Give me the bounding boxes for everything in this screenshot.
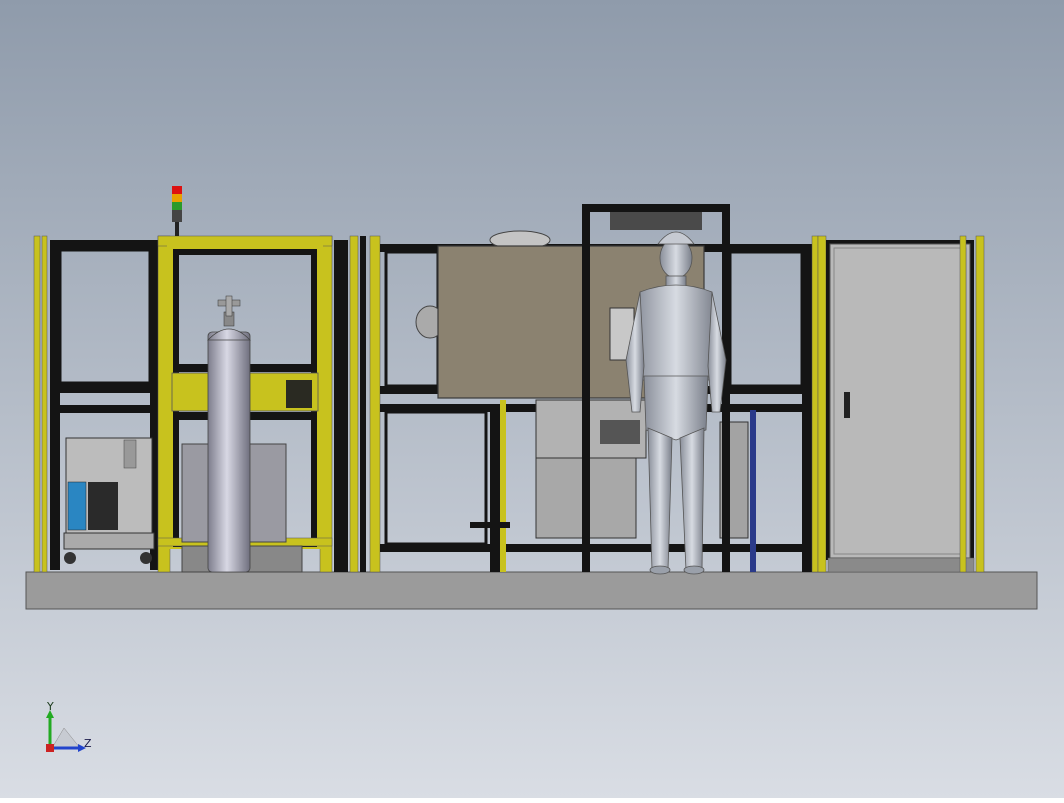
left-equipment-unit	[63, 437, 155, 564]
z-axis-label: Z	[84, 737, 92, 750]
y-axis-label: Y	[46, 700, 54, 713]
assembly-view: Y Z	[0, 0, 1064, 798]
divider-posts	[334, 235, 381, 573]
base-plate	[25, 571, 1038, 610]
cabinet-handle[interactable]	[844, 392, 850, 418]
electrical-cabinet	[826, 235, 985, 573]
cad-viewport[interactable]: Y Z	[0, 0, 1064, 798]
gas-cylinder	[207, 295, 251, 573]
